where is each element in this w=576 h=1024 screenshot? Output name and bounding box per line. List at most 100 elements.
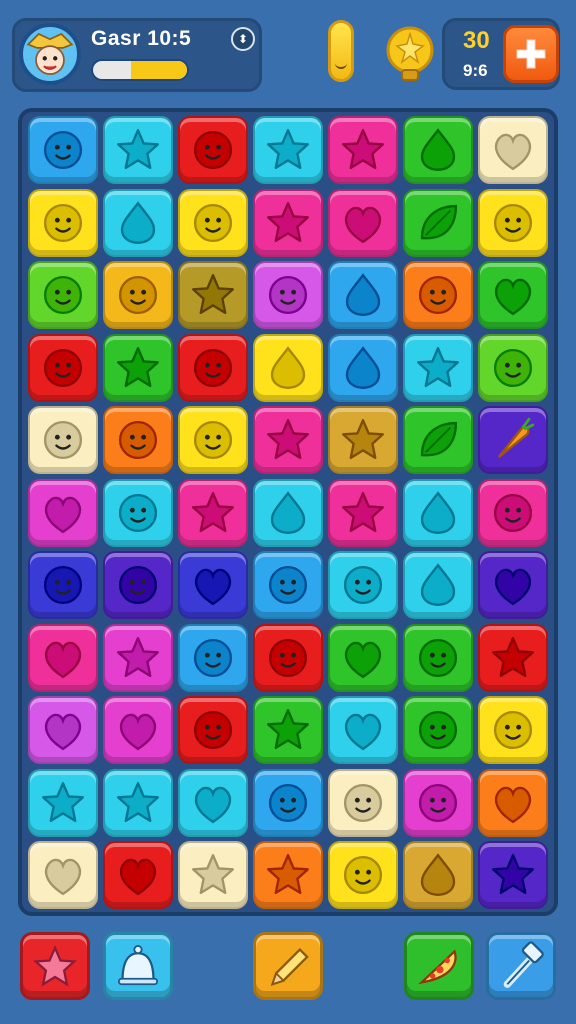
tile-r7-c0[interactable] xyxy=(28,623,98,692)
add-coins-button[interactable] xyxy=(503,25,559,83)
cowboy-avatar-icon[interactable] xyxy=(19,23,81,85)
tile-r3-c1[interactable] xyxy=(103,333,173,402)
tile-r5-c2[interactable] xyxy=(178,478,248,547)
tile-r0-c5[interactable] xyxy=(403,116,473,184)
tile-r0-c1[interactable] xyxy=(103,116,173,184)
pencil-booster-button[interactable] xyxy=(253,932,323,1000)
tile-r4-c0[interactable] xyxy=(28,406,98,474)
tile-r4-c5[interactable] xyxy=(403,406,473,474)
tile-r10-c2[interactable] xyxy=(178,841,248,909)
tile-r8-c1[interactable] xyxy=(103,696,173,764)
leaf-icon xyxy=(420,204,458,239)
tile-r0-c6[interactable] xyxy=(478,116,548,184)
tile-r10-c4[interactable] xyxy=(328,841,398,909)
tile-r4-c3[interactable] xyxy=(253,406,323,474)
tile-r3-c0[interactable] xyxy=(28,333,98,402)
tile-r3-c4[interactable] xyxy=(328,333,398,402)
tile-r2-c4[interactable] xyxy=(328,261,398,329)
tile-r3-c3[interactable] xyxy=(253,333,323,402)
tile-r2-c1[interactable] xyxy=(103,261,173,329)
tile-r2-c0[interactable] xyxy=(28,261,98,329)
tile-r7-c6[interactable] xyxy=(478,623,548,692)
tile-r6-c3[interactable] xyxy=(253,551,323,619)
tile-r6-c5[interactable] xyxy=(403,551,473,619)
player-name: Gasr 10:5 xyxy=(91,27,192,50)
tile-r6-c4[interactable] xyxy=(328,551,398,619)
pizza-icon xyxy=(418,949,457,985)
tile-r10-c3[interactable] xyxy=(253,841,323,909)
lightbulb-icon[interactable] xyxy=(384,24,436,84)
tile-r9-c6[interactable] xyxy=(478,768,548,837)
hammer-booster-button[interactable] xyxy=(486,932,556,1000)
tile-r6-c2[interactable] xyxy=(178,551,248,619)
tile-r10-c0[interactable] xyxy=(28,841,98,909)
tile-r5-c6[interactable] xyxy=(478,478,548,547)
tile-r2-c6[interactable] xyxy=(478,261,548,329)
tile-r9-c3[interactable] xyxy=(253,768,323,837)
heart-icon xyxy=(344,641,382,678)
tile-r1-c5[interactable] xyxy=(403,188,473,257)
tile-r7-c3[interactable] xyxy=(253,623,323,692)
yellow-pill-icon[interactable] xyxy=(328,20,354,82)
tile-r7-c2[interactable] xyxy=(178,623,248,692)
face-icon xyxy=(43,275,83,315)
tile-r5-c0[interactable] xyxy=(28,478,98,547)
tile-r10-c6[interactable] xyxy=(478,841,548,909)
star-icon xyxy=(117,129,159,170)
tile-r8-c6[interactable] xyxy=(478,696,548,764)
star-icon xyxy=(492,636,534,677)
tile-r6-c6[interactable] xyxy=(478,551,548,619)
tile-r4-c6[interactable] xyxy=(478,406,548,474)
face-icon xyxy=(43,203,83,242)
tile-r1-c4[interactable] xyxy=(328,188,398,257)
tile-r3-c5[interactable] xyxy=(403,333,473,402)
face-icon xyxy=(493,710,533,750)
bell-booster-button[interactable] xyxy=(103,932,173,1000)
tile-r1-c3[interactable] xyxy=(253,188,323,257)
tile-r9-c0[interactable] xyxy=(28,768,98,837)
tile-r9-c1[interactable] xyxy=(103,768,173,837)
tile-r1-c1[interactable] xyxy=(103,188,173,257)
tile-r2-c5[interactable] xyxy=(403,261,473,329)
tile-r1-c0[interactable] xyxy=(28,188,98,257)
tile-r5-c3[interactable] xyxy=(253,478,323,547)
tile-r0-c2[interactable] xyxy=(178,116,248,184)
tile-r9-c4[interactable] xyxy=(328,768,398,837)
tile-r5-c5[interactable] xyxy=(403,478,473,547)
star-icon xyxy=(33,944,77,987)
tile-r3-c6[interactable] xyxy=(478,333,548,402)
tile-r10-c1[interactable] xyxy=(103,841,173,909)
tile-r3-c2[interactable] xyxy=(178,333,248,402)
tile-r2-c3[interactable] xyxy=(253,261,323,329)
tile-r4-c1[interactable] xyxy=(103,406,173,474)
tile-r0-c4[interactable] xyxy=(328,116,398,184)
tile-r4-c4[interactable] xyxy=(328,406,398,474)
pizza-booster-button[interactable] xyxy=(404,932,474,1000)
tile-r5-c1[interactable] xyxy=(103,478,173,547)
tile-r1-c6[interactable] xyxy=(478,188,548,257)
tile-r2-c2[interactable] xyxy=(178,261,248,329)
tile-r0-c0[interactable] xyxy=(28,116,98,184)
tile-r6-c1[interactable] xyxy=(103,551,173,619)
tile-r6-c0[interactable] xyxy=(28,551,98,619)
tile-r8-c4[interactable] xyxy=(328,696,398,764)
face-icon xyxy=(193,203,233,242)
heart-icon xyxy=(44,713,82,751)
star-booster-button[interactable] xyxy=(20,932,90,1000)
tile-r7-c1[interactable] xyxy=(103,623,173,692)
tile-r7-c4[interactable] xyxy=(328,623,398,692)
tile-r7-c5[interactable] xyxy=(403,623,473,692)
tile-r8-c0[interactable] xyxy=(28,696,98,764)
face-icon xyxy=(43,348,83,387)
tile-r8-c2[interactable] xyxy=(178,696,248,764)
tile-r9-c2[interactable] xyxy=(178,768,248,837)
tile-r1-c2[interactable] xyxy=(178,188,248,257)
tile-r0-c3[interactable] xyxy=(253,116,323,184)
tile-r8-c3[interactable] xyxy=(253,696,323,764)
tile-r4-c2[interactable] xyxy=(178,406,248,474)
tile-r8-c5[interactable] xyxy=(403,696,473,764)
tile-r5-c4[interactable] xyxy=(328,478,398,547)
tile-r10-c5[interactable] xyxy=(403,841,473,909)
compass-icon[interactable]: ⬍ xyxy=(231,27,255,51)
tile-r9-c5[interactable] xyxy=(403,768,473,837)
